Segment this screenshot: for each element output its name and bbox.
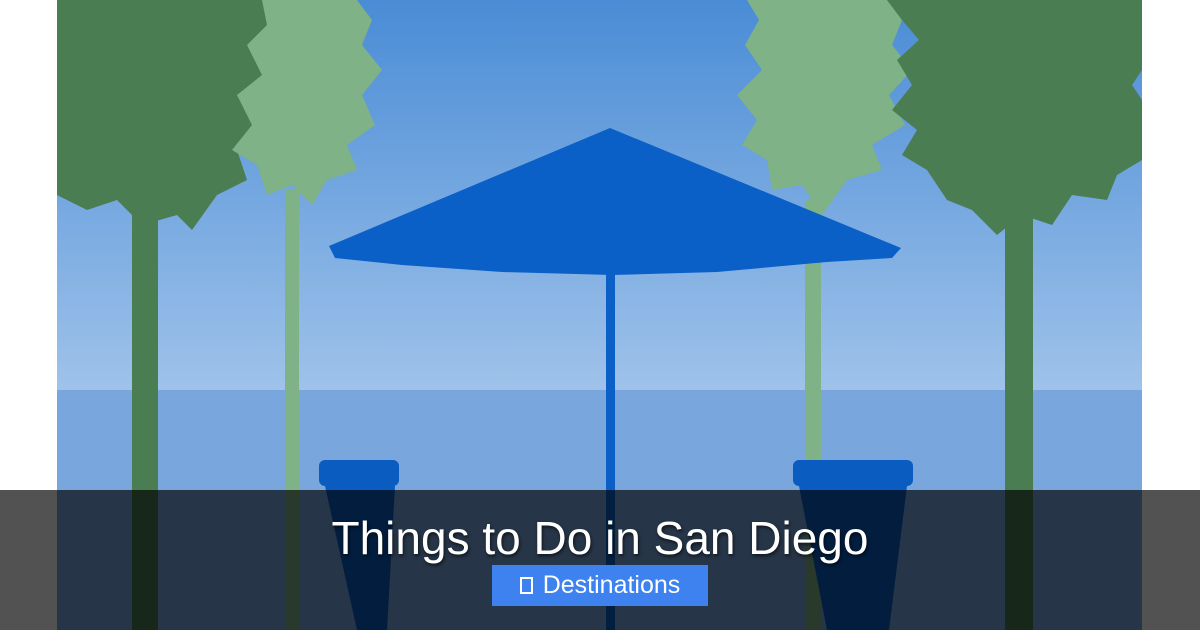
category-label: Destinations	[542, 571, 681, 599]
folder-icon	[519, 577, 533, 594]
category-badge[interactable]: Destinations	[492, 565, 708, 606]
page-title: Things to Do in San Diego	[331, 512, 869, 564]
